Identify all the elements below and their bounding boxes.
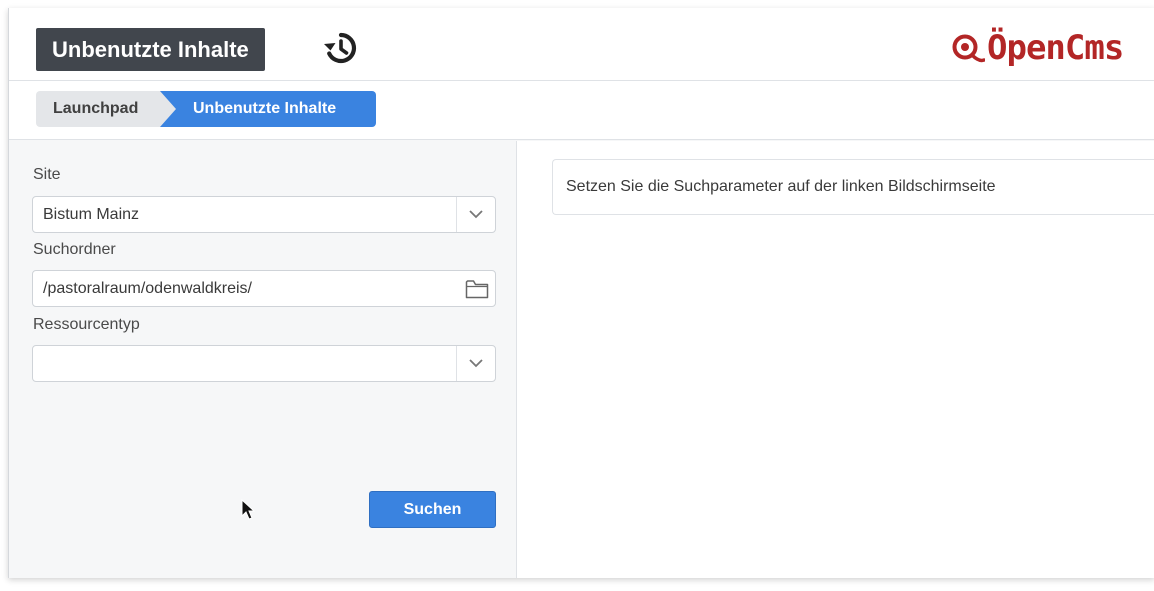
opencms-logo: ÖpenCms	[951, 26, 1124, 70]
folder-browse-button[interactable]	[457, 271, 495, 306]
folder-input[interactable]: /pastoralraum/odenwaldkreis/	[32, 270, 496, 307]
breadcrumb-launchpad[interactable]: Launchpad	[36, 91, 176, 127]
folder-input-value: /pastoralraum/odenwaldkreis/	[43, 280, 252, 297]
mouse-cursor-icon	[241, 499, 256, 520]
search-form-panel: Site Bistum Mainz Suchordner /pastoralra…	[27, 141, 517, 578]
breadcrumb-current: Unbenutzte Inhalte	[160, 91, 376, 127]
resource-type-select[interactable]	[32, 345, 496, 382]
site-label: Site	[33, 166, 61, 183]
chevron-down-icon	[469, 210, 483, 219]
site-select-toggle[interactable]	[456, 197, 495, 232]
results-panel: Setzen Sie die Suchparameter auf der lin…	[517, 141, 1154, 578]
logo-mark-icon	[952, 34, 986, 63]
search-button[interactable]: Suchen	[369, 491, 496, 528]
results-message: Setzen Sie die Suchparameter auf der lin…	[566, 178, 996, 195]
history-icon[interactable]	[323, 30, 359, 66]
site-select[interactable]: Bistum Mainz	[32, 196, 496, 233]
chevron-down-icon	[469, 359, 483, 368]
site-select-value: Bistum Mainz	[43, 206, 140, 223]
logo-text: ÖpenCms	[987, 28, 1124, 68]
app-window: Unbenutzte Inhalte ÖpenCms Launchpad Unb…	[8, 8, 1154, 578]
folder-label: Suchordner	[33, 241, 116, 258]
resource-type-label: Ressourcentyp	[33, 316, 140, 333]
app-title: Unbenutzte Inhalte	[36, 28, 265, 71]
results-message-box: Setzen Sie die Suchparameter auf der lin…	[552, 159, 1154, 215]
folder-icon	[465, 280, 489, 299]
breadcrumb: Launchpad Unbenutzte Inhalte	[9, 81, 1154, 140]
history-arrow-icon	[324, 43, 336, 51]
header-bar: Unbenutzte Inhalte ÖpenCms	[9, 8, 1154, 81]
resource-type-toggle[interactable]	[456, 346, 495, 381]
